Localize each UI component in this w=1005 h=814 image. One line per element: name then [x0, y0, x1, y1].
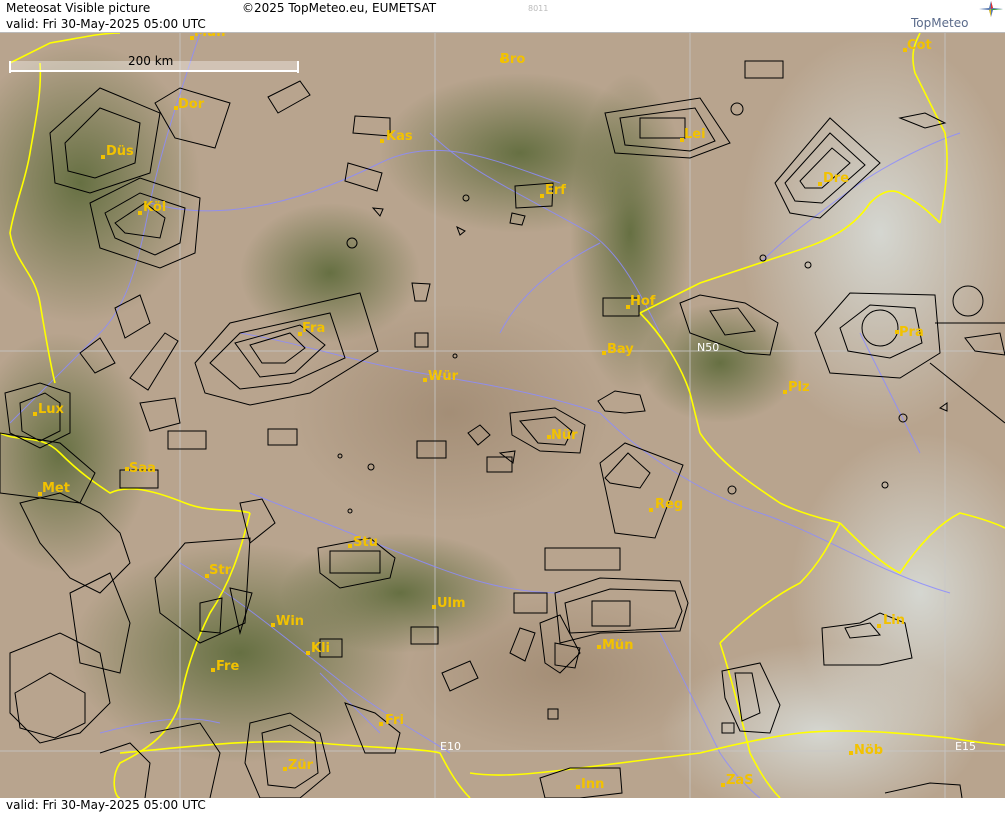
- city-dot-lin: [877, 624, 881, 628]
- city-label-saa: Saa: [129, 461, 156, 476]
- city-dot-fri: [379, 722, 383, 726]
- city-label-nur: Nür: [551, 428, 578, 443]
- grid-label-n50: N50: [697, 341, 719, 354]
- city-dot-win: [271, 623, 275, 627]
- city-label-fra: Fra: [302, 321, 325, 336]
- header-bar: Meteosat Visible picture ©2025 TopMeteo.…: [0, 0, 1005, 33]
- map-canvas: N50 E10 E15 200 km Mün Bro Cot Dor Kas Lei Düs…: [0, 33, 1005, 798]
- city-dot-mun: [597, 645, 601, 649]
- city-label-zas: ZaS: [726, 773, 754, 788]
- city-dot-lux: [33, 412, 37, 416]
- city-dot-nob: [849, 751, 853, 755]
- city-label-nob: Nöb: [854, 743, 883, 758]
- city-label-lei: Lei: [684, 127, 706, 142]
- city-dot-fre: [211, 668, 215, 672]
- product-title: Meteosat Visible picture: [6, 1, 151, 15]
- city-dot-dus: [101, 155, 105, 159]
- city-label-kli: Kli: [311, 641, 330, 656]
- city-dot-plz: [783, 390, 787, 394]
- city-label-ulm: Ulm: [437, 596, 466, 611]
- city-dot-wur: [423, 378, 427, 382]
- city-dot-zas: [721, 783, 725, 787]
- copyright-text: ©2025 TopMeteo.eu, EUMETSAT: [242, 1, 437, 15]
- city-label-wur: Wür: [428, 369, 459, 384]
- city-dot-kol: [138, 211, 142, 215]
- city-dot-ulm: [432, 605, 436, 609]
- city-label-reg: Reg: [655, 497, 683, 512]
- city-label-met: Met: [42, 481, 70, 496]
- city-label-kas: Kas: [386, 129, 413, 144]
- city-label-lux: Lux: [38, 402, 65, 417]
- grid-label-e15: E15: [955, 740, 976, 753]
- city-dot-reg: [649, 508, 653, 512]
- footer-bar: valid: Fri 30-May-2025 05:00 UTC: [0, 798, 1005, 814]
- city-dot-zur: [283, 767, 287, 771]
- city-label-fri: Fri: [385, 713, 404, 728]
- city-dot-inn: [576, 785, 580, 789]
- satellite-map[interactable]: N50 E10 E15 200 km Mün Bro Cot Dor Kas Lei Düs…: [0, 33, 1005, 798]
- city-dot-kli: [306, 651, 310, 655]
- city-label-dus: Düs: [106, 144, 134, 159]
- city-dot-bay: [602, 351, 606, 355]
- city-label-bay: Bay: [607, 342, 634, 357]
- product-code: 8011: [528, 4, 549, 13]
- city-label-hof: Hof: [630, 294, 656, 309]
- city-label-dor: Dor: [178, 97, 205, 112]
- city-label-kol: Köl: [143, 200, 166, 215]
- scale-bar-label: 200 km: [128, 54, 173, 68]
- city-label-stu: Stu: [353, 535, 378, 550]
- city-label-pra: Pra: [899, 325, 924, 340]
- city-label-mun-top: Mün: [194, 33, 225, 40]
- city-dot-erf: [540, 194, 544, 198]
- city-label-dre: Dre: [823, 171, 849, 186]
- valid-time-header: valid: Fri 30-May-2025 05:00 UTC: [6, 17, 206, 31]
- valid-time-footer: valid: Fri 30-May-2025 05:00 UTC: [6, 798, 206, 812]
- city-dot-dre: [818, 182, 822, 186]
- city-label-inn: Inn: [581, 777, 604, 792]
- city-label-plz: Plz: [788, 380, 810, 395]
- city-label-mun: Mün: [602, 638, 633, 653]
- city-label-cot: Cot: [907, 38, 932, 53]
- topmeteo-compass-icon: [979, 1, 1003, 17]
- city-label-win: Win: [276, 614, 304, 629]
- city-dot-kas: [380, 139, 384, 143]
- city-label-str: Str: [209, 563, 232, 578]
- grid-label-e10: E10: [440, 740, 461, 753]
- city-label-fre: Fre: [216, 659, 239, 674]
- city-label-lin: Lin: [883, 613, 905, 628]
- city-label-zur: Zür: [288, 758, 314, 773]
- city-label-erf: Erf: [545, 183, 566, 198]
- city-label-bro: Bro: [500, 52, 525, 67]
- topmeteo-logo[interactable]: TopMeteo: [911, 16, 968, 30]
- city-dot-stu: [348, 544, 352, 548]
